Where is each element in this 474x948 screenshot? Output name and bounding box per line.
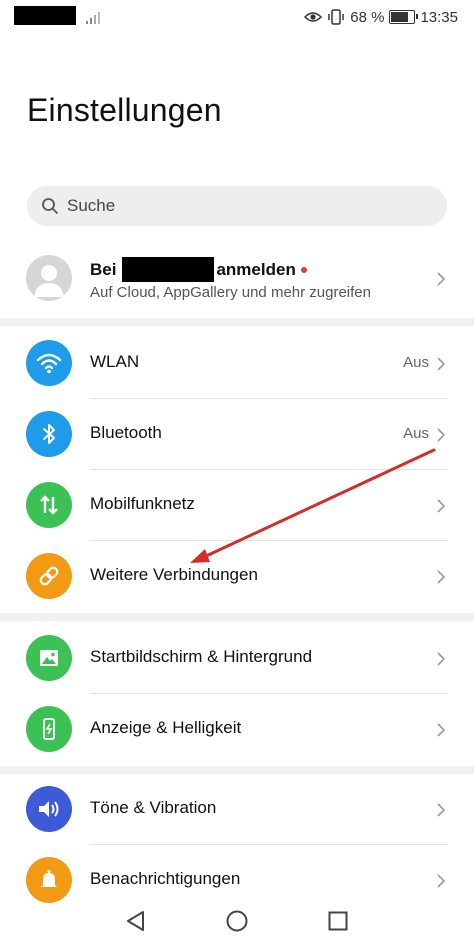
account-subtitle: Auf Cloud, AppGallery und mehr zugreifen (90, 284, 371, 301)
notification-dot (300, 266, 307, 273)
settings-item-toene[interactable]: Töne & Vibration (0, 774, 474, 845)
settings-item-value: Aus (403, 425, 429, 442)
account-row[interactable]: Bei anmelden Auf Cloud, AppGallery und m… (0, 244, 474, 314)
chevron-right-icon (437, 357, 446, 371)
chevron-right-icon (437, 803, 446, 817)
account-prefix: Bei (90, 259, 117, 279)
settings-item-value: Aus (403, 354, 429, 371)
navigation-bar (0, 895, 474, 948)
settings-item-label: Startbildschirm & Hintergrund (90, 647, 313, 666)
settings-item-anzeige[interactable]: Anzeige & Helligkeit (0, 694, 474, 765)
settings-item-label: Weitere Verbindungen (90, 565, 258, 584)
clock: 13:35 (420, 8, 458, 26)
section-separator (0, 318, 474, 326)
display-icon (26, 706, 72, 752)
section-separator (0, 766, 474, 774)
settings-item-weitere-verbindungen[interactable]: Weitere Verbindungen (0, 541, 474, 612)
chevron-right-icon (437, 652, 446, 666)
home-icon[interactable] (225, 909, 249, 933)
settings-item-label: Benachrichtigungen (90, 869, 241, 888)
account-suffix: anmelden (216, 259, 296, 279)
signal-icon (86, 12, 100, 24)
chevron-right-icon (437, 570, 446, 584)
settings-item-bluetooth[interactable]: Bluetooth Aus (0, 399, 474, 470)
eye-comfort-icon (304, 12, 323, 22)
search-input[interactable]: Suche (27, 186, 447, 226)
wifi-icon (26, 340, 72, 386)
search-icon (42, 198, 58, 214)
search-placeholder: Suche (67, 196, 116, 215)
vibrate-icon (328, 9, 344, 25)
battery-percent: 68 % (350, 8, 385, 26)
settings-item-label: Bluetooth (90, 423, 162, 442)
chevron-right-icon (437, 723, 446, 737)
link-icon (26, 553, 72, 599)
status-bar: 68 % 13:35 (0, 0, 474, 34)
person-icon (34, 265, 64, 297)
settings-item-label: Töne & Vibration (90, 798, 217, 817)
image-icon (26, 635, 72, 681)
account-title: Bei anmelden (90, 257, 307, 282)
settings-item-startbildschirm[interactable]: Startbildschirm & Hintergrund (0, 623, 474, 694)
settings-item-mobilfunknetz[interactable]: Mobilfunknetz (0, 470, 474, 541)
page-title: Einstellungen (27, 92, 222, 128)
section-separator (0, 613, 474, 621)
settings-item-label: Mobilfunknetz (90, 494, 195, 513)
redacted-name (122, 257, 215, 282)
settings-item-wlan[interactable]: WLAN Aus (0, 328, 474, 399)
redacted-carrier (14, 6, 76, 25)
battery-icon (389, 10, 419, 24)
chevron-right-icon (437, 874, 446, 888)
volume-icon (26, 786, 72, 832)
bluetooth-icon (26, 411, 72, 457)
chevron-right-icon (437, 428, 446, 442)
chevron-right-icon (437, 499, 446, 513)
mobile-data-icon (26, 482, 72, 528)
settings-item-label: Anzeige & Helligkeit (90, 718, 242, 737)
recents-icon[interactable] (326, 909, 350, 933)
settings-item-label: WLAN (90, 352, 140, 371)
avatar (26, 255, 72, 301)
chevron-right-icon (437, 272, 446, 286)
back-icon[interactable] (124, 909, 148, 933)
